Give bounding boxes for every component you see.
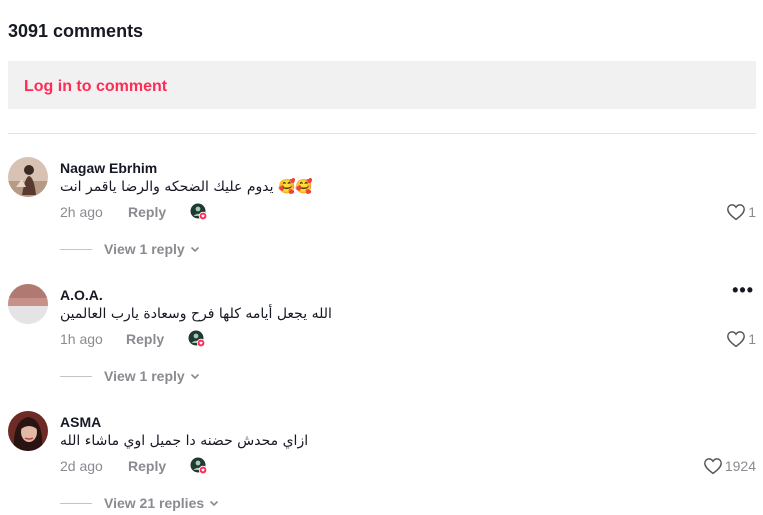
reply-button[interactable]: Reply — [126, 331, 164, 347]
replies-divider-line — [60, 502, 92, 504]
comment-time: 2h ago — [60, 204, 103, 220]
like-button[interactable]: 1 — [726, 330, 756, 348]
heart-icon — [727, 204, 746, 221]
section-divider — [8, 133, 756, 134]
comment-time: 2d ago — [60, 458, 103, 474]
avatar[interactable] — [8, 157, 48, 197]
avatar[interactable] — [8, 411, 48, 451]
like-count: 1 — [748, 331, 756, 347]
view-replies-button[interactable]: View 1 reply — [60, 368, 201, 384]
comment-username[interactable]: Nagaw Ebrhim — [60, 160, 157, 176]
comment-count: 3091 comments — [8, 21, 144, 41]
avatar[interactable] — [8, 284, 48, 324]
more-options-icon[interactable]: ••• — [732, 280, 754, 301]
comment-item: Nagaw Ebrhim يدوم عليك الضحكه والرضا ياق… — [8, 157, 756, 267]
view-replies-label: View 1 reply — [104, 368, 185, 384]
reply-button[interactable]: Reply — [128, 458, 166, 474]
login-prompt-bar: Log in to comment — [8, 61, 756, 109]
heart-icon — [703, 458, 722, 475]
comment-item: ASMA ازاي محدش حضنه دا جميل اوي ماشاء ال… — [8, 411, 756, 515]
chevron-down-icon — [190, 373, 199, 380]
replies-divider-line — [60, 248, 92, 250]
chevron-down-icon — [210, 500, 219, 507]
reply-button[interactable]: Reply — [128, 204, 166, 220]
heart-icon — [727, 331, 746, 348]
creator-liked-icon — [188, 330, 206, 348]
comment-item: A.O.A. ••• الله يجعل أيامه كلها فرح وسعا… — [8, 280, 756, 394]
comment-time: 1h ago — [60, 331, 103, 347]
comment-text: الله يجعل أيامه كلها فرح وسعادة يارب الع… — [60, 306, 332, 322]
like-count: 1924 — [724, 458, 756, 474]
view-replies-label: View 1 reply — [104, 241, 185, 257]
login-to-comment-link[interactable]: Log in to comment — [24, 78, 167, 96]
chevron-down-icon — [190, 246, 199, 253]
comment-text: يدوم عليك الضحكه والرضا ياقمر انت 🥰🥰 — [60, 179, 313, 195]
replies-divider-line — [60, 375, 92, 377]
view-replies-button[interactable]: View 21 replies — [60, 495, 220, 511]
comment-username[interactable]: A.O.A. — [60, 287, 103, 303]
view-replies-button[interactable]: View 1 reply — [60, 241, 201, 257]
comment-text: ازاي محدش حضنه دا جميل اوي ماشاء الله — [60, 433, 309, 449]
like-button[interactable]: 1924 — [703, 457, 756, 475]
view-replies-label: View 21 replies — [104, 495, 205, 511]
comment-username[interactable]: ASMA — [60, 414, 101, 430]
creator-liked-icon — [190, 203, 208, 221]
like-button[interactable]: 1 — [726, 203, 756, 221]
creator-liked-icon — [190, 457, 208, 475]
like-count: 1 — [748, 204, 756, 220]
